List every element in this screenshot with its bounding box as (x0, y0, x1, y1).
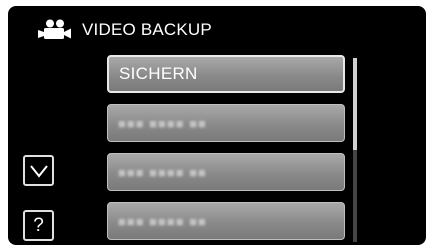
menu-item-2[interactable]: ■■■ ■■■■ ■■ (107, 104, 345, 142)
page-title: VIDEO BACKUP (82, 20, 212, 39)
menu-item-label: ■■■ ■■■■ ■■ (118, 164, 207, 180)
chevron-down-icon (29, 164, 48, 178)
scroll-down-button[interactable] (23, 155, 54, 186)
camera-screen: VIDEO BACKUP SICHERN ■■■ ■■■■ ■■ ■■■ ■■■… (8, 6, 426, 245)
menu-item-4[interactable]: ■■■ ■■■■ ■■ (107, 202, 345, 240)
help-button[interactable]: ? (23, 210, 54, 241)
menu-item-label: ■■■ ■■■■ ■■ (118, 213, 207, 229)
menu-item-sichern[interactable]: SICHERN (107, 55, 345, 93)
scroll-thumb[interactable] (353, 58, 357, 150)
menu-item-label: SICHERN (119, 64, 198, 83)
video-camera-icon (38, 19, 71, 39)
scrollbar[interactable] (353, 58, 357, 242)
help-icon: ? (33, 215, 44, 236)
menu-item-label: ■■■ ■■■■ ■■ (118, 115, 207, 131)
menu-item-3[interactable]: ■■■ ■■■■ ■■ (107, 153, 345, 191)
